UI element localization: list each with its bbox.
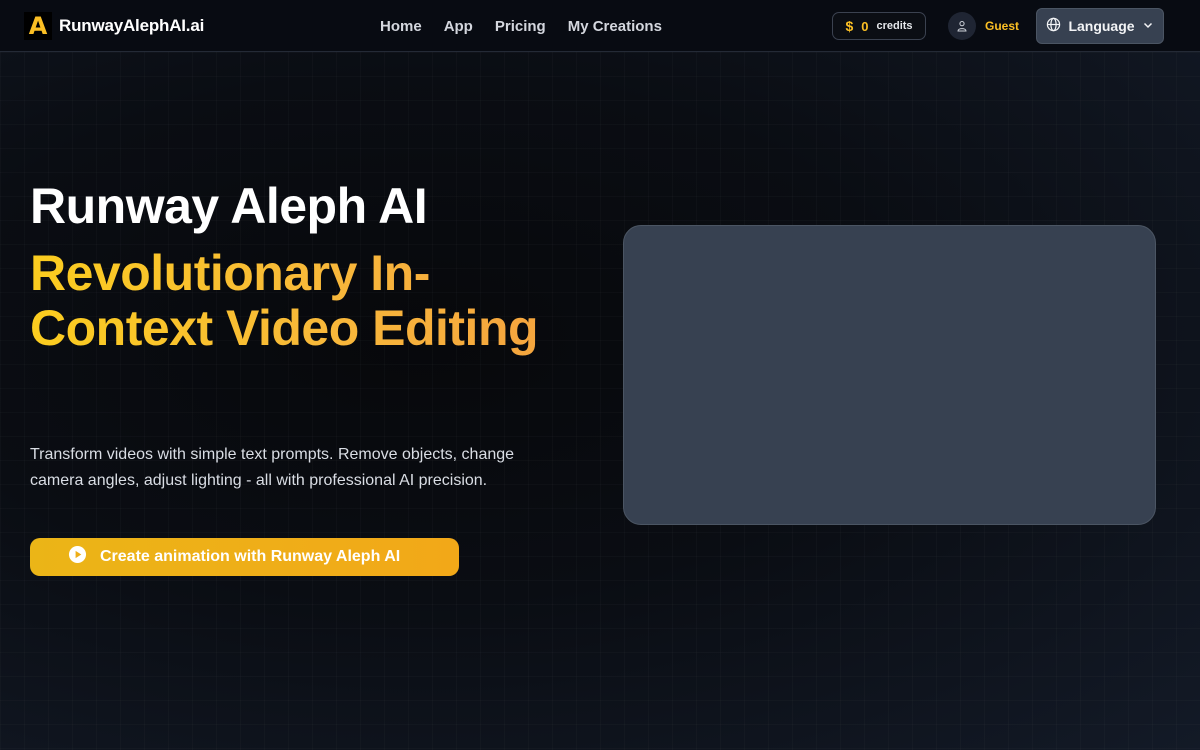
site-logo[interactable]: A RunwayAlephAI.ai	[24, 12, 204, 40]
language-button[interactable]: Language	[1036, 8, 1164, 44]
create-animation-button[interactable]: Create animation with Runway Aleph AI	[30, 538, 459, 576]
globe-icon	[1046, 17, 1061, 35]
nav-home[interactable]: Home	[380, 18, 422, 35]
user-name: Guest	[985, 19, 1020, 33]
logo-text: RunwayAlephAI.ai	[59, 16, 205, 35]
user-icon	[948, 12, 976, 40]
nav-app[interactable]: App	[444, 18, 473, 35]
video-preview-panel	[623, 225, 1156, 525]
hero-subtitle: Revolutionary In-Context Video Editing	[30, 246, 570, 356]
play-circle-icon	[68, 545, 87, 569]
dollar-icon: $	[845, 18, 854, 34]
nav-pricing[interactable]: Pricing	[495, 18, 546, 35]
credits-label: credits	[876, 20, 913, 32]
top-navbar: A RunwayAlephAI.ai Home App Pricing My C…	[0, 0, 1200, 52]
credits-amount: 0	[861, 18, 869, 34]
main-nav: Home App Pricing My Creations	[380, 0, 662, 52]
chevron-down-icon	[1142, 18, 1154, 34]
hero-description: Transform videos with simple text prompt…	[30, 446, 515, 489]
cta-label: Create animation with Runway Aleph AI	[100, 548, 401, 565]
language-label: Language	[1068, 18, 1135, 34]
credits-badge[interactable]: $ 0 credits	[832, 12, 926, 40]
user-menu[interactable]: Guest	[948, 12, 1019, 40]
logo-mark: A	[24, 12, 52, 40]
hero-title: Runway Aleph AI	[30, 178, 428, 234]
nav-my-creations[interactable]: My Creations	[568, 18, 662, 35]
